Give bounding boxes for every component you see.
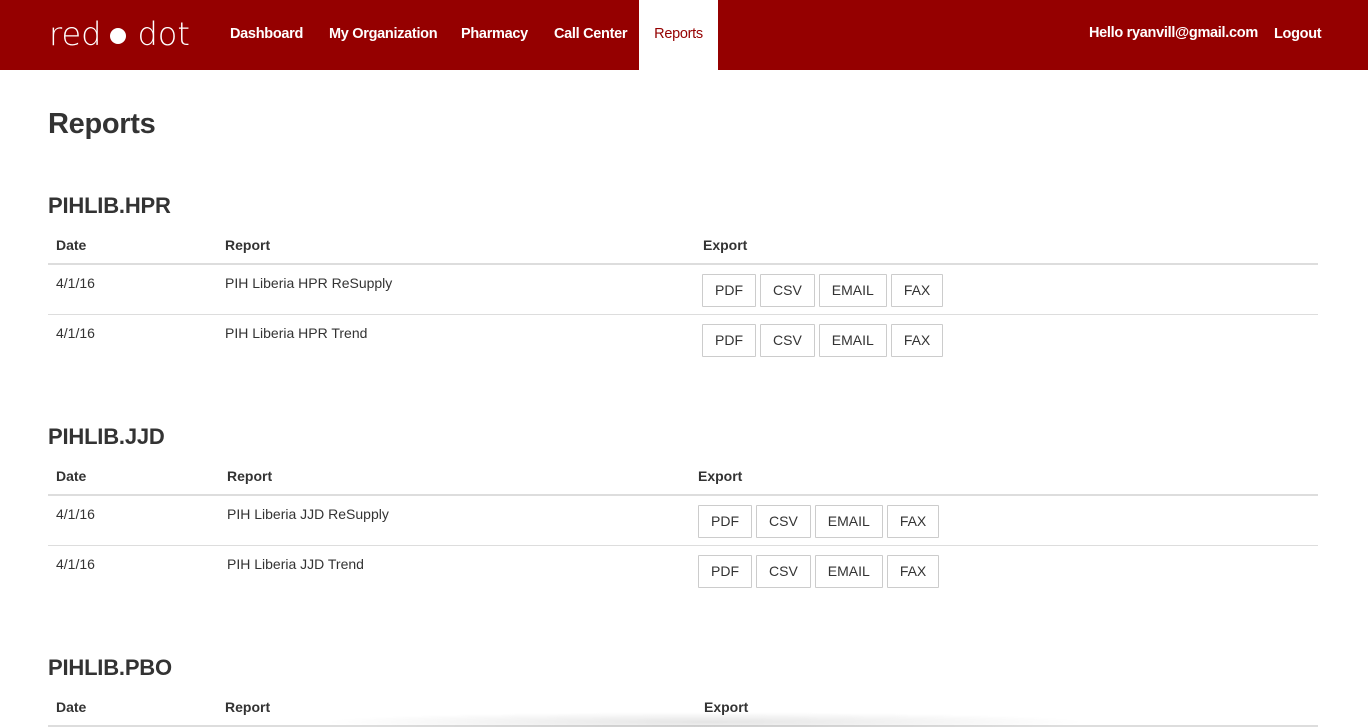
table-header: Date Report Export <box>48 225 1318 265</box>
row-date: 4/1/16 <box>56 506 95 522</box>
row-report-name: PIH Liberia HPR Trend <box>225 325 368 341</box>
column-header-export: Export <box>703 237 748 253</box>
column-header-date: Date <box>56 468 87 484</box>
export-email-button[interactable]: EMAIL <box>814 505 883 538</box>
brand-logo-right: dot <box>137 15 190 53</box>
logout-link[interactable]: Logout <box>1274 0 1322 70</box>
export-csv-button[interactable]: CSV <box>756 555 811 588</box>
user-greeting: Hello ryanvill@gmail.com <box>1089 25 1258 41</box>
export-fax-button[interactable]: FAX <box>890 274 944 307</box>
column-header-date: Date <box>56 699 87 715</box>
page-title: Reports <box>48 108 156 140</box>
export-email-button[interactable]: EMAIL <box>818 274 887 307</box>
nav-item-my-organization[interactable]: My Organization <box>329 0 438 70</box>
section-title: PIHLIB.PBO <box>48 655 172 680</box>
section-title: PIHLIB.JJD <box>48 424 165 449</box>
row-date: 4/1/16 <box>56 556 95 572</box>
export-csv-button[interactable]: CSV <box>756 505 811 538</box>
export-csv-button[interactable]: CSV <box>760 324 815 357</box>
export-email-button[interactable]: EMAIL <box>818 324 887 357</box>
export-pdf-button[interactable]: PDF <box>698 505 752 538</box>
table-row: 4/1/16 PIH Liberia HPR Trend PDF CSV EMA… <box>48 315 1318 365</box>
brand-logo[interactable]: red dot <box>49 12 190 56</box>
table-row: 4/1/16 PIH Liberia JJD Trend PDF CSV EMA… <box>48 546 1318 596</box>
table-header: Date Report Export <box>48 456 1318 496</box>
row-report-name: PIH Liberia JJD Trend <box>227 556 364 572</box>
export-buttons: PDF CSV EMAIL FAX <box>702 274 947 307</box>
brand-dot-icon <box>110 27 127 44</box>
row-report-name: PIH Liberia JJD ReSupply <box>227 506 389 522</box>
row-report-name: PIH Liberia HPR ReSupply <box>225 275 393 291</box>
export-fax-button[interactable]: FAX <box>886 555 940 588</box>
export-buttons: PDF CSV EMAIL FAX <box>698 505 943 538</box>
report-section-jjd: PIHLIB.JJD Date Report Export 4/1/16 PIH… <box>48 424 1318 604</box>
column-header-report: Report <box>225 699 271 715</box>
nav-item-pharmacy[interactable]: Pharmacy <box>461 0 528 70</box>
report-section-hpr: PIHLIB.HPR Date Report Export 4/1/16 PIH… <box>48 193 1318 373</box>
nav-item-reports[interactable]: Reports <box>639 0 718 70</box>
column-header-report: Report <box>225 237 271 253</box>
row-date: 4/1/16 <box>56 275 95 291</box>
bottom-shadow <box>320 712 1090 727</box>
export-email-button[interactable]: EMAIL <box>814 555 883 588</box>
section-title: PIHLIB.HPR <box>48 193 171 218</box>
column-header-report: Report <box>227 468 273 484</box>
export-fax-button[interactable]: FAX <box>886 505 940 538</box>
export-buttons: PDF CSV EMAIL FAX <box>702 324 947 357</box>
export-pdf-button[interactable]: PDF <box>702 324 756 357</box>
export-fax-button[interactable]: FAX <box>890 324 944 357</box>
export-csv-button[interactable]: CSV <box>760 274 815 307</box>
export-pdf-button[interactable]: PDF <box>702 274 756 307</box>
row-date: 4/1/16 <box>56 325 95 341</box>
column-header-date: Date <box>56 237 87 253</box>
table-row: 4/1/16 PIH Liberia HPR ReSupply PDF CSV … <box>48 265 1318 315</box>
brand-logo-left: red <box>49 15 102 53</box>
export-buttons: PDF CSV EMAIL FAX <box>698 555 943 588</box>
column-header-export: Export <box>698 468 743 484</box>
nav-item-dashboard[interactable]: Dashboard <box>230 0 303 70</box>
nav-item-call-center[interactable]: Call Center <box>554 0 628 70</box>
export-pdf-button[interactable]: PDF <box>698 555 752 588</box>
table-row: 4/1/16 PIH Liberia JJD ReSupply PDF CSV … <box>48 496 1318 546</box>
top-navbar: red dot Dashboard My Organization Pharma… <box>0 0 1368 70</box>
